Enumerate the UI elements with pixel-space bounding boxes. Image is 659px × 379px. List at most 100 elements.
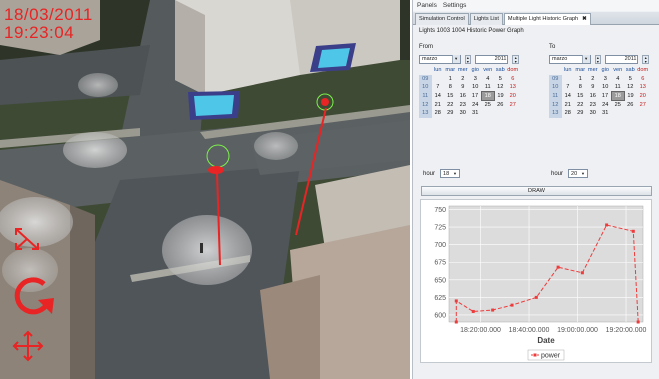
day-cell[interactable] bbox=[562, 75, 575, 84]
day-cell[interactable]: 4 bbox=[482, 75, 495, 84]
day-cell[interactable]: 28 bbox=[562, 109, 575, 118]
day-cell[interactable]: 15 bbox=[444, 92, 457, 101]
day-cell[interactable]: 11 bbox=[482, 83, 495, 92]
day-cell[interactable]: 3 bbox=[599, 75, 612, 84]
menu-settings[interactable]: Settings bbox=[443, 2, 467, 11]
day-cell[interactable]: 22 bbox=[444, 100, 457, 109]
day-cell[interactable]: 23 bbox=[587, 100, 600, 109]
day-cell[interactable]: 29 bbox=[574, 109, 587, 118]
day-cell[interactable]: 28 bbox=[432, 109, 445, 118]
day-cell[interactable]: 31 bbox=[599, 109, 612, 118]
day-cell[interactable]: 9 bbox=[587, 83, 600, 92]
from-month-select[interactable]: marzo ▼ bbox=[419, 54, 461, 64]
day-cell[interactable]: 2 bbox=[457, 75, 470, 84]
move-arrows-icon[interactable] bbox=[12, 330, 44, 362]
day-cell[interactable]: 26 bbox=[624, 100, 637, 109]
to-month-spinner[interactable]: ▲ ▼ bbox=[594, 54, 602, 64]
day-cell[interactable]: 12 bbox=[494, 83, 507, 92]
week-number: 09 bbox=[549, 74, 562, 84]
expand-arrows-icon[interactable] bbox=[12, 226, 42, 252]
day-cell[interactable]: 17 bbox=[469, 92, 482, 101]
day-cell[interactable]: 5 bbox=[624, 75, 637, 84]
day-cell[interactable] bbox=[494, 109, 507, 118]
day-cell[interactable]: 23 bbox=[457, 100, 470, 109]
day-cell[interactable]: 20 bbox=[507, 92, 520, 101]
day-cell[interactable] bbox=[612, 109, 625, 118]
tab-lights-list[interactable]: Lights List bbox=[469, 13, 503, 25]
day-cell[interactable]: 19 bbox=[624, 92, 637, 101]
day-cell[interactable]: 24 bbox=[599, 100, 612, 109]
day-header: gio bbox=[471, 67, 479, 74]
tab-simulation-control[interactable]: Simulation Control bbox=[415, 13, 469, 25]
day-cell[interactable]: 13 bbox=[637, 83, 650, 92]
simulation-3d-view[interactable]: 18/03/2011 19:23:04 bbox=[0, 0, 410, 379]
day-cell[interactable]: 12 bbox=[624, 83, 637, 92]
y-tick-label: 625 bbox=[434, 295, 446, 302]
day-cell[interactable]: 20 bbox=[637, 92, 650, 101]
day-cell[interactable]: 1 bbox=[444, 75, 457, 84]
day-cell[interactable]: 27 bbox=[637, 100, 650, 109]
tab-multiple-light-historic-graph[interactable]: Multiple Light Historic Graph ✖ bbox=[503, 13, 591, 25]
day-cell[interactable]: 10 bbox=[599, 83, 612, 92]
day-cell[interactable] bbox=[432, 75, 445, 84]
day-cell[interactable]: 22 bbox=[574, 100, 587, 109]
data-point bbox=[454, 320, 458, 324]
day-cell[interactable]: 1 bbox=[574, 75, 587, 84]
day-cell[interactable]: 14 bbox=[562, 92, 575, 101]
to-year-spinner[interactable]: ▲ ▼ bbox=[642, 54, 649, 64]
day-cell[interactable] bbox=[482, 109, 495, 118]
day-cell[interactable] bbox=[624, 109, 637, 118]
day-cell[interactable]: 16 bbox=[587, 92, 600, 101]
rotate-arrow-icon[interactable] bbox=[12, 276, 56, 316]
day-cell[interactable]: 29 bbox=[444, 109, 457, 118]
day-header: sab bbox=[625, 67, 635, 74]
tab-label: Multiple Light Historic Graph bbox=[507, 16, 579, 22]
day-cell[interactable]: 13 bbox=[507, 83, 520, 92]
day-cell[interactable]: 17 bbox=[599, 92, 612, 101]
legend-marker bbox=[533, 353, 537, 357]
day-cell[interactable]: 16 bbox=[457, 92, 470, 101]
day-cell[interactable]: 19 bbox=[494, 92, 507, 101]
day-cell[interactable]: 21 bbox=[562, 100, 575, 109]
day-cell[interactable] bbox=[637, 109, 650, 118]
from-year-field[interactable]: 2011 bbox=[475, 54, 509, 64]
day-cell[interactable]: 10 bbox=[469, 83, 482, 92]
day-cell[interactable]: 9 bbox=[457, 83, 470, 92]
day-cell[interactable]: 3 bbox=[469, 75, 482, 84]
day-cell[interactable]: 14 bbox=[432, 92, 445, 101]
close-icon[interactable]: ✖ bbox=[582, 16, 587, 22]
day-cell[interactable]: 2 bbox=[587, 75, 600, 84]
day-cell[interactable]: 25 bbox=[482, 100, 495, 109]
day-cell[interactable]: 8 bbox=[444, 83, 457, 92]
to-month-select[interactable]: marzo ▼ bbox=[549, 54, 591, 64]
day-cell[interactable] bbox=[507, 109, 520, 118]
day-cell[interactable]: 25 bbox=[612, 100, 625, 109]
week-number: 13 bbox=[419, 108, 432, 118]
day-cell[interactable]: 31 bbox=[469, 109, 482, 118]
from-hour-select[interactable]: 18 ▼ bbox=[440, 169, 461, 178]
day-cell[interactable]: 6 bbox=[507, 75, 520, 84]
from-year-spinner[interactable]: ▲ ▼ bbox=[512, 54, 519, 64]
day-cell[interactable]: 6 bbox=[637, 75, 650, 84]
day-cell[interactable]: 8 bbox=[574, 83, 587, 92]
day-cell[interactable]: 30 bbox=[457, 109, 470, 118]
day-cell[interactable]: 27 bbox=[507, 100, 520, 109]
day-cell[interactable]: 7 bbox=[562, 83, 575, 92]
day-cell[interactable]: 11 bbox=[612, 83, 625, 92]
draw-button[interactable]: DRAW bbox=[421, 186, 652, 196]
day-cell[interactable]: 24 bbox=[469, 100, 482, 109]
to-year-field[interactable]: 2011 bbox=[605, 54, 639, 64]
to-hour-select[interactable]: 20 ▼ bbox=[568, 169, 589, 178]
day-cell[interactable]: 26 bbox=[494, 100, 507, 109]
day-cell[interactable]: 15 bbox=[574, 92, 587, 101]
menu-panels[interactable]: Panels bbox=[417, 2, 437, 11]
day-cell[interactable]: 7 bbox=[432, 83, 445, 92]
day-cell[interactable]: 21 bbox=[432, 100, 445, 109]
from-month-spinner[interactable]: ▲ ▼ bbox=[464, 54, 472, 64]
x-tick-label: 18:20:00.000 bbox=[460, 327, 501, 334]
day-cell[interactable]: 5 bbox=[494, 75, 507, 84]
day-cell-selected[interactable]: 18 bbox=[611, 91, 625, 101]
day-cell[interactable]: 4 bbox=[612, 75, 625, 84]
day-cell-selected[interactable]: 18 bbox=[481, 91, 495, 101]
day-cell[interactable]: 30 bbox=[587, 109, 600, 118]
